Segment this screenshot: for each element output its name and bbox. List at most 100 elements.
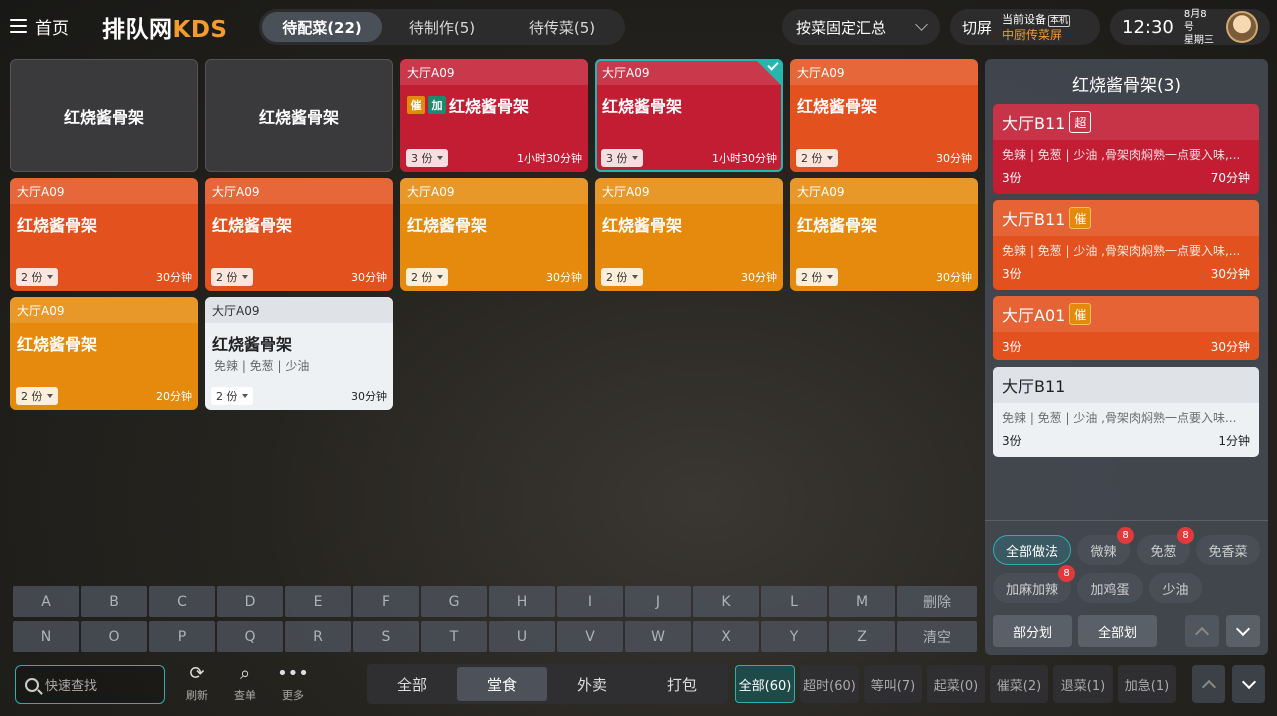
chevron-up-icon — [1194, 626, 1210, 641]
refresh-button[interactable]: ⟳ 刷新 — [177, 662, 217, 703]
home-button[interactable]: 首页 — [10, 12, 69, 40]
dish-card[interactable]: 大厅A09 红烧酱骨架 2 份 20分钟 — [10, 297, 198, 410]
key-j[interactable]: J — [625, 586, 691, 617]
panel-order-card[interactable]: 大厅A01 催 3份 30分钟 — [993, 296, 1259, 360]
key-g[interactable]: G — [421, 586, 487, 617]
key-o[interactable]: O — [81, 621, 147, 652]
qty-select[interactable]: 2 份 — [16, 387, 58, 405]
panel-order-card[interactable]: 大厅B11 催 免辣 | 免葱 | 少油 ,骨架肉焖熟一点要入味,... 3份 30… — [993, 200, 1259, 290]
method-chip-no-scallion[interactable]: 免葱 8 — [1137, 527, 1194, 565]
qty-select[interactable]: 2 份 — [796, 268, 838, 286]
key-c[interactable]: C — [149, 586, 215, 617]
filter-start[interactable]: 起菜(0) — [927, 665, 985, 703]
method-chip-less-oil[interactable]: 少油 — [1149, 573, 1202, 603]
caret-down-icon — [46, 394, 53, 398]
filter-urge[interactable]: 催菜(2) — [990, 665, 1048, 703]
dish-card[interactable]: 红烧酱骨架 — [10, 59, 198, 172]
query-order-button[interactable]: ⌕ 查单 — [225, 662, 265, 703]
key-x[interactable]: X — [693, 621, 759, 652]
key-e[interactable]: E — [285, 586, 351, 617]
filter-all[interactable]: 全部(60) — [735, 665, 795, 703]
switch-screen-button[interactable]: 切屏 — [962, 17, 992, 38]
tab-pending-cook[interactable]: 待制作(5) — [382, 12, 502, 42]
key-d[interactable]: D — [217, 586, 283, 617]
qty-select[interactable]: 2 份 — [601, 268, 643, 286]
key-b[interactable]: B — [81, 586, 147, 617]
tab-all-types[interactable]: 全部 — [367, 667, 457, 701]
dish-card[interactable]: 大厅A09 红烧酱骨架 2 份 30分钟 — [790, 178, 978, 291]
order-time: 30分钟 — [1210, 267, 1250, 281]
tab-delivery[interactable]: 外卖 — [547, 667, 637, 701]
qty-select[interactable]: 2 份 — [796, 149, 838, 167]
dish-name: 红烧酱骨架 — [602, 216, 683, 235]
panel-order-card[interactable]: 大厅B11 超 免辣 | 免葱 | 少油 ,骨架肉焖熟一点要入味,... 3份 70… — [993, 104, 1259, 194]
filter-waiting[interactable]: 等叫(7) — [864, 665, 922, 703]
qty-select[interactable]: 3 份 — [601, 149, 643, 167]
dish-card[interactable]: 大厅A09 红烧酱骨架 2 份 30分钟 — [790, 59, 978, 172]
qty-select[interactable]: 2 份 — [211, 268, 253, 286]
chip-label: 免香菜 — [1208, 544, 1248, 560]
key-m[interactable]: M — [829, 586, 895, 617]
key-i[interactable]: I — [557, 586, 623, 617]
filter-return[interactable]: 退菜(1) — [1053, 665, 1113, 703]
logo-main: 排队网 — [102, 17, 173, 43]
scroll-down-button[interactable] — [1226, 615, 1260, 647]
dish-card[interactable]: 大厅A09 红烧酱骨架 2 份 30分钟 — [10, 178, 198, 291]
scroll-up-button[interactable] — [1185, 615, 1219, 647]
qty-select[interactable]: 2 份 — [406, 268, 448, 286]
partial-mark-button[interactable]: 部分划 — [993, 615, 1072, 647]
key-l[interactable]: L — [761, 586, 827, 617]
key-t[interactable]: T — [421, 621, 487, 652]
refresh-icon: ⟳ — [189, 662, 205, 684]
summary-select[interactable]: 按菜固定汇总 — [782, 9, 940, 45]
dish-card[interactable]: 大厅A09 红烧酱骨架 免辣 | 免葱 | 少油 2 份 30分钟 — [205, 297, 393, 410]
key-w[interactable]: W — [625, 621, 691, 652]
key-p[interactable]: P — [149, 621, 215, 652]
filter-rush[interactable]: 加急(1) — [1118, 665, 1176, 703]
key-z[interactable]: Z — [829, 621, 895, 652]
qty-value: 3 份 — [411, 152, 433, 165]
key-v[interactable]: V — [557, 621, 623, 652]
page-down-button[interactable] — [1232, 665, 1265, 703]
tab-dine-in[interactable]: 堂食 — [457, 667, 547, 701]
search-input[interactable]: 快速查找 — [15, 665, 165, 704]
key-h[interactable]: H — [489, 586, 555, 617]
key-k[interactable]: K — [693, 586, 759, 617]
method-chip-extra-spicy[interactable]: 加麻加辣 8 — [993, 565, 1075, 603]
key-u[interactable]: U — [489, 621, 555, 652]
key-a[interactable]: A — [13, 586, 79, 617]
dish-card-selected[interactable]: 大厅A09 红烧酱骨架 3 份 1小时30分钟 — [595, 59, 783, 172]
count-badge: 8 — [1117, 527, 1134, 544]
qty-select[interactable]: 2 份 — [16, 268, 58, 286]
dish-card[interactable]: 大厅A09 红烧酱骨架 2 份 30分钟 — [400, 178, 588, 291]
dish-card[interactable]: 大厅A09 红烧酱骨架 2 份 30分钟 — [205, 178, 393, 291]
page-up-button[interactable] — [1192, 665, 1225, 703]
key-n[interactable]: N — [13, 621, 79, 652]
more-button[interactable]: ••• 更多 — [273, 662, 313, 703]
filter-overtime[interactable]: 超时(60) — [800, 665, 859, 703]
tab-pending-serve[interactable]: 待传菜(5) — [502, 12, 622, 42]
key-clear[interactable]: 清空 — [897, 621, 977, 652]
method-chip-all[interactable]: 全部做法 — [993, 535, 1071, 565]
method-chip-mild-spicy[interactable]: 微辣 8 — [1077, 527, 1134, 565]
dish-card[interactable]: 大厅A09 红烧酱骨架 2 份 30分钟 — [595, 178, 783, 291]
key-s[interactable]: S — [353, 621, 419, 652]
mark-all-button[interactable]: 全部划 — [1078, 615, 1157, 647]
avatar[interactable] — [1226, 11, 1258, 43]
qty-value: 3 份 — [606, 152, 628, 165]
key-f[interactable]: F — [353, 586, 419, 617]
dish-card[interactable]: 大厅A09 催 加 红烧酱骨架 3 份 1小时30分钟 — [400, 59, 588, 172]
dish-card[interactable]: 红烧酱骨架 — [205, 59, 393, 172]
tab-pending-prep[interactable]: 待配菜(22) — [262, 12, 382, 42]
qty-select[interactable]: 2 份 — [211, 387, 253, 405]
key-q[interactable]: Q — [217, 621, 283, 652]
key-r[interactable]: R — [285, 621, 351, 652]
qty-select[interactable]: 3 份 — [406, 149, 448, 167]
key-y[interactable]: Y — [761, 621, 827, 652]
tab-takeaway[interactable]: 打包 — [637, 667, 727, 701]
method-chip-no-cilantro[interactable]: 免香菜 — [1196, 535, 1260, 565]
method-chip-add-egg[interactable]: 加鸡蛋 — [1077, 573, 1143, 603]
caret-down-icon — [241, 275, 248, 279]
key-delete[interactable]: 删除 — [897, 586, 977, 617]
panel-order-card[interactable]: 大厅B11 免辣 | 免葱 | 少油 ,骨架肉焖熟一点要入味... 3份 1分钟 — [993, 367, 1259, 457]
